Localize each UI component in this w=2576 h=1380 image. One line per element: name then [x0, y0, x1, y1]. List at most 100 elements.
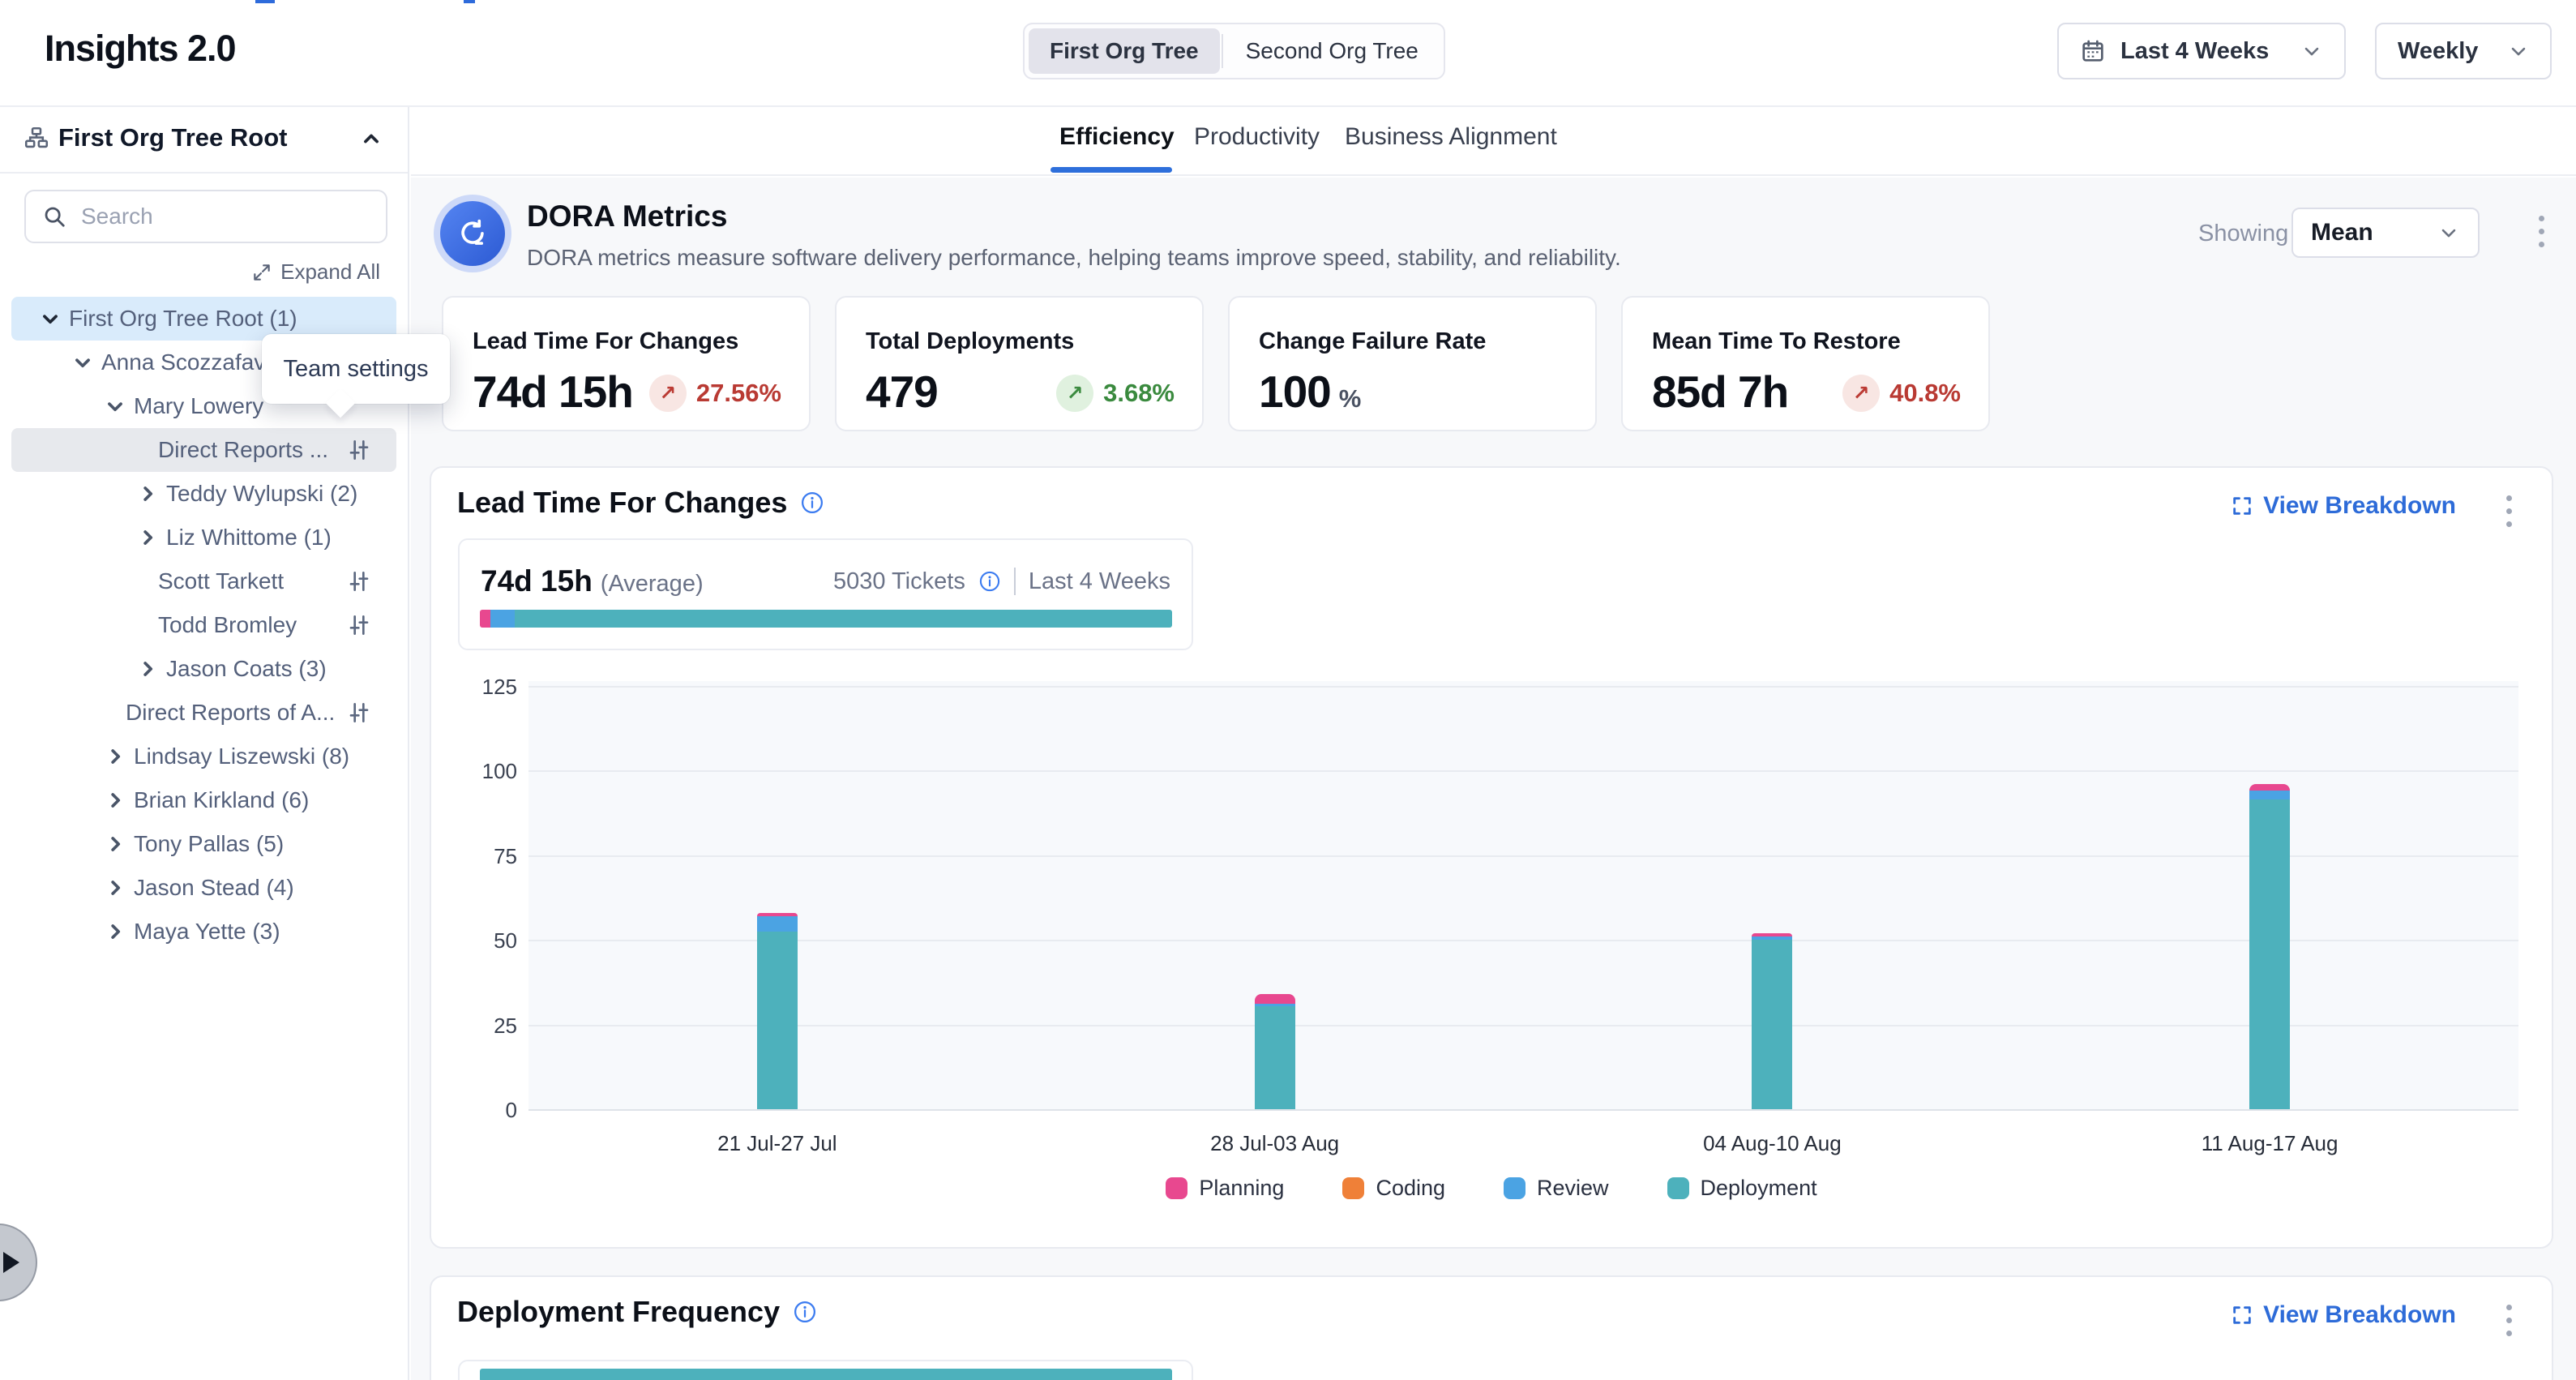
- chevron-right-icon[interactable]: [101, 918, 129, 945]
- section-kebab-menu-icon[interactable]: [2503, 495, 2514, 527]
- tree-item[interactable]: Teddy Wylupski (2): [11, 472, 396, 516]
- legend-item-coding[interactable]: Coding: [1342, 1176, 1445, 1201]
- x-axis-label: 11 Aug-17 Aug: [2140, 1131, 2399, 1156]
- tab-business-alignment[interactable]: Business Alignment: [1345, 123, 1557, 151]
- tree-item[interactable]: Scott Tarkett: [11, 559, 396, 603]
- trend-up-icon: ↗: [1056, 375, 1093, 412]
- y-axis-tick-label: 125: [454, 675, 517, 700]
- legend-item-planning[interactable]: Planning: [1166, 1176, 1284, 1201]
- stacked-bar: [757, 913, 798, 1109]
- tree-item[interactable]: Liz Whittome (1): [11, 516, 396, 559]
- chevron-down-icon: [2437, 221, 2460, 244]
- expand-all-button[interactable]: Expand All: [251, 259, 380, 285]
- deployment-minibar: [480, 1369, 1172, 1380]
- tree-item[interactable]: Lindsay Liszewski (8): [11, 735, 396, 778]
- tree-item[interactable]: Jason Coats (3): [11, 647, 396, 691]
- legend-item-review[interactable]: Review: [1504, 1176, 1609, 1201]
- team-settings-icon[interactable]: [346, 612, 372, 638]
- aggregation-select[interactable]: Mean: [2291, 208, 2480, 258]
- team-settings-icon[interactable]: [346, 568, 372, 594]
- chevron-right-icon[interactable]: [134, 655, 161, 683]
- metric-label: Change Failure Rate: [1259, 328, 1486, 355]
- chevron-down-icon[interactable]: [101, 392, 129, 420]
- org-tree-icon: [23, 125, 50, 152]
- sidebar-title: First Org Tree Root: [58, 123, 287, 152]
- gridline: [528, 686, 2518, 688]
- tree-search[interactable]: [24, 190, 387, 243]
- info-icon[interactable]: [800, 491, 824, 515]
- gridline: [528, 1109, 2518, 1111]
- y-axis-tick-label: 75: [454, 844, 517, 869]
- legend-label: Review: [1537, 1176, 1609, 1201]
- legend-label: Deployment: [1701, 1176, 1817, 1201]
- tree-item[interactable]: Tony Pallas (5): [11, 822, 396, 866]
- dora-kebab-menu-icon[interactable]: [2535, 216, 2547, 247]
- search-input[interactable]: [79, 203, 370, 230]
- tree-item[interactable]: Todd Bromley: [11, 603, 396, 647]
- chevron-right-icon[interactable]: [134, 480, 161, 508]
- tree-item[interactable]: Brian Kirkland (6): [11, 778, 396, 822]
- tree-item[interactable]: Maya Yette (3): [11, 910, 396, 954]
- org-tree-toggle-second[interactable]: Second Org Tree: [1225, 28, 1440, 74]
- cycle-icon: [440, 201, 505, 266]
- x-axis-label: 04 Aug-10 Aug: [1642, 1131, 1902, 1156]
- expand-corners-icon: [2231, 495, 2253, 517]
- chevron-down-icon[interactable]: [69, 349, 96, 376]
- stacked-bar: [2249, 784, 2290, 1109]
- metric-value: 479: [866, 366, 938, 418]
- view-breakdown-button[interactable]: View Breakdown: [2231, 1301, 2456, 1329]
- metric-value: 100%: [1259, 366, 1361, 418]
- org-tree-sidebar: First Org Tree Root Expand All First Org…: [0, 105, 409, 1380]
- metric-delta: ↗ 3.68%: [1056, 375, 1175, 412]
- date-range-select[interactable]: Last 4 Weeks: [2057, 23, 2346, 79]
- tree-item-label: Brian Kirkland (6): [134, 787, 309, 813]
- chevron-down-icon[interactable]: [36, 305, 64, 332]
- tab-productivity[interactable]: Productivity: [1194, 123, 1320, 151]
- bar-segment-deployment: [757, 932, 798, 1109]
- delta-value: 3.68%: [1103, 379, 1175, 408]
- tree-item[interactable]: Jason Stead (4): [11, 866, 396, 910]
- minibar-segment-planning: [480, 610, 490, 628]
- lead-time-summary-box: 74d 15h(Average) 5030 Tickets Last 4 Wee…: [458, 538, 1193, 650]
- section-kebab-menu-icon[interactable]: [2503, 1305, 2514, 1336]
- view-breakdown-button[interactable]: View Breakdown: [2231, 492, 2456, 520]
- chart-y-axis: 0255075100125: [454, 681, 517, 1111]
- legend-item-deployment[interactable]: Deployment: [1667, 1176, 1817, 1201]
- org-tree-toggle-first[interactable]: First Org Tree: [1029, 28, 1220, 74]
- metric-card-total-deployments: Total Deployments 479 ↗ 3.68%: [835, 296, 1204, 431]
- tree-item-label: Lindsay Liszewski (8): [134, 744, 349, 769]
- tree-item-label: Mary Lowery: [134, 393, 263, 419]
- chevron-right-icon[interactable]: [101, 743, 129, 770]
- legend-label: Coding: [1376, 1176, 1445, 1201]
- dora-metrics-subtitle: DORA metrics measure software delivery p…: [527, 245, 1621, 271]
- info-icon[interactable]: [978, 570, 1001, 593]
- legend-swatch: [1667, 1177, 1689, 1199]
- search-icon: [42, 204, 66, 229]
- granularity-select[interactable]: Weekly: [2375, 23, 2552, 79]
- expand-all-icon: [251, 262, 272, 283]
- collapse-sidebar-chevron-up-icon[interactable]: [357, 125, 385, 152]
- metric-delta: ↗ 40.8%: [1842, 375, 1961, 412]
- deployment-frequency-section-card: Deployment Frequency View Breakdown: [430, 1275, 2553, 1380]
- tree-item[interactable]: Direct Reports ...: [11, 428, 396, 472]
- tab-efficiency[interactable]: Efficiency: [1059, 123, 1175, 151]
- dora-metrics-title: DORA Metrics: [527, 199, 727, 234]
- metric-card-lead-time: Lead Time For Changes 74d 15h ↗ 27.56%: [442, 296, 811, 431]
- bar-segment-deployment: [1255, 1006, 1295, 1109]
- info-icon[interactable]: [793, 1300, 817, 1324]
- x-axis-label: 28 Jul-03 Aug: [1145, 1131, 1405, 1156]
- sidebar-header: First Org Tree Root: [0, 105, 408, 174]
- team-settings-icon[interactable]: [346, 700, 372, 726]
- chevron-right-icon[interactable]: [101, 786, 129, 814]
- chevron-right-icon[interactable]: [101, 874, 129, 902]
- team-settings-icon[interactable]: [346, 437, 372, 463]
- chevron-right-icon[interactable]: [101, 830, 129, 858]
- gridline: [528, 770, 2518, 772]
- calendar-icon: [2080, 38, 2106, 64]
- delta-value: 40.8%: [1889, 379, 1961, 408]
- chevron-right-icon[interactable]: [134, 524, 161, 551]
- delta-value: 27.56%: [696, 379, 781, 408]
- metric-label: Lead Time For Changes: [473, 328, 738, 355]
- summary-period: Last 4 Weeks: [1029, 568, 1170, 595]
- tree-item[interactable]: Direct Reports of A...: [11, 691, 396, 735]
